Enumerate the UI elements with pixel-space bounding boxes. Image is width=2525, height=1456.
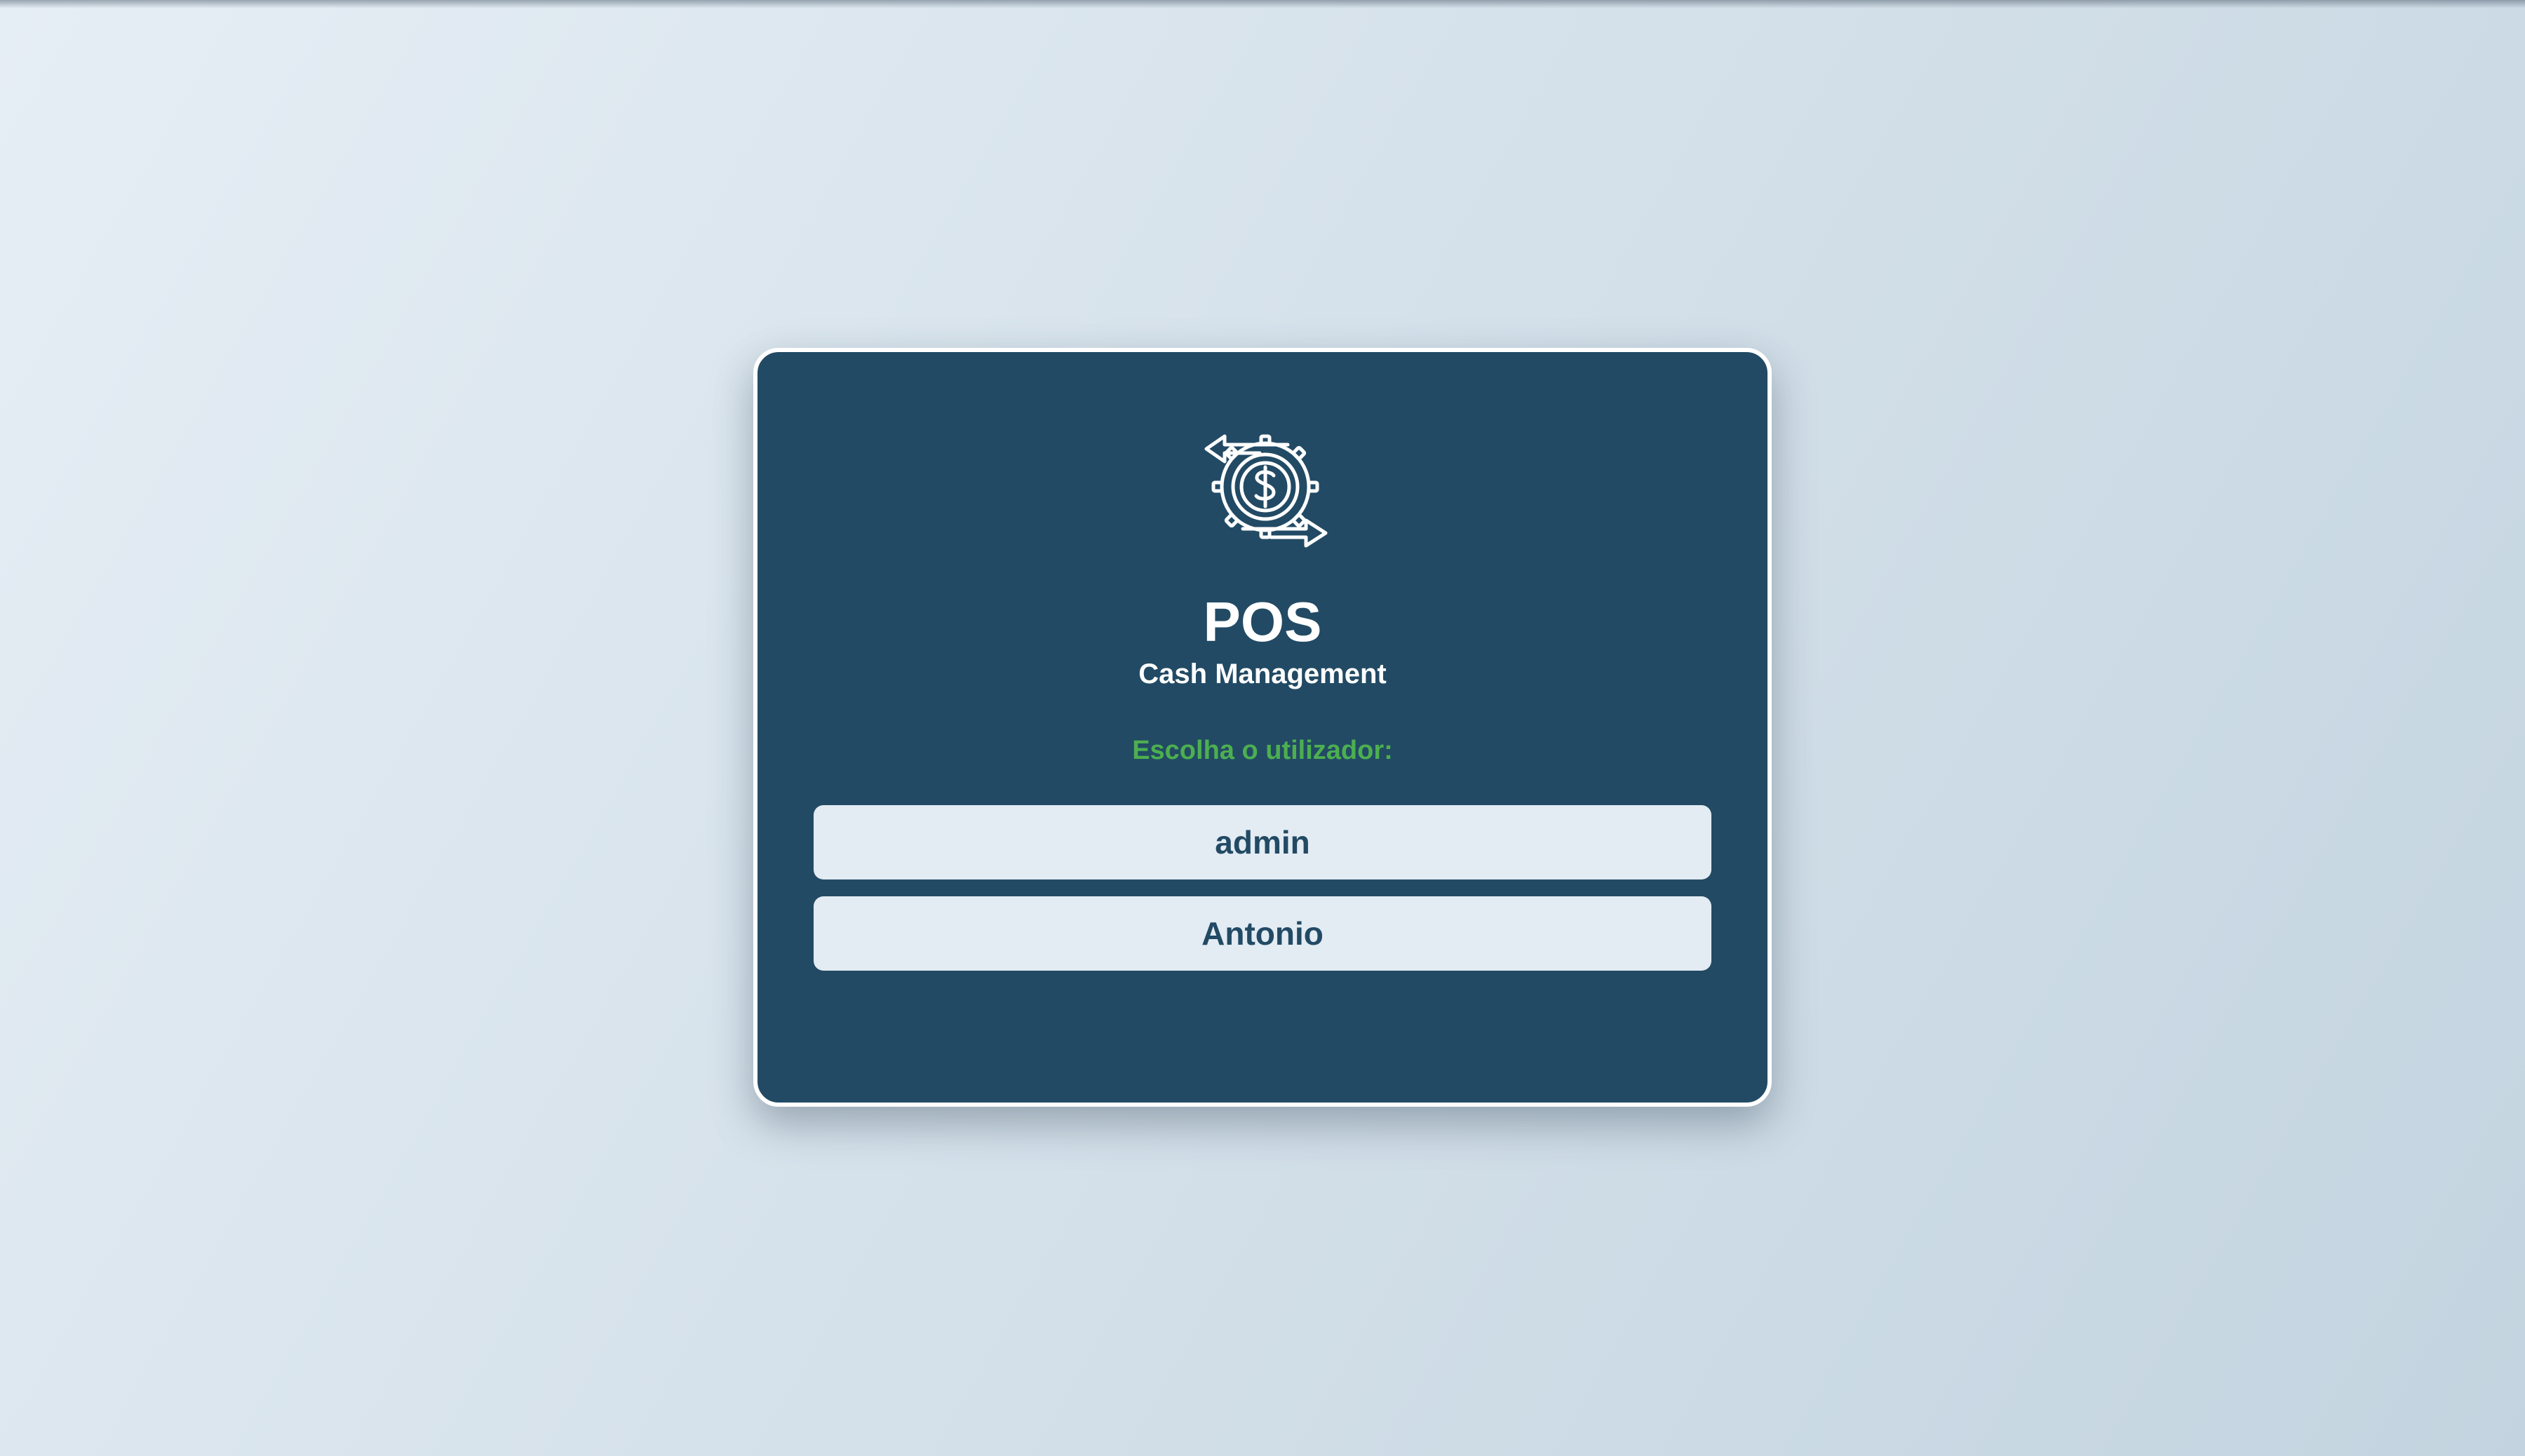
user-list: admin Antonio	[814, 805, 1711, 987]
user-button-antonio[interactable]: Antonio	[814, 896, 1711, 971]
top-edge-shadow	[0, 0, 2525, 8]
login-card: POS Cash Management Escolha o utilizador…	[753, 348, 1772, 1107]
cash-management-gear-dollar-icon	[1204, 426, 1330, 553]
app-title: POS	[1203, 591, 1322, 653]
app-subtitle: Cash Management	[1138, 659, 1387, 689]
user-button-admin[interactable]: admin	[814, 805, 1711, 879]
choose-user-prompt: Escolha o utilizador:	[1132, 736, 1393, 765]
